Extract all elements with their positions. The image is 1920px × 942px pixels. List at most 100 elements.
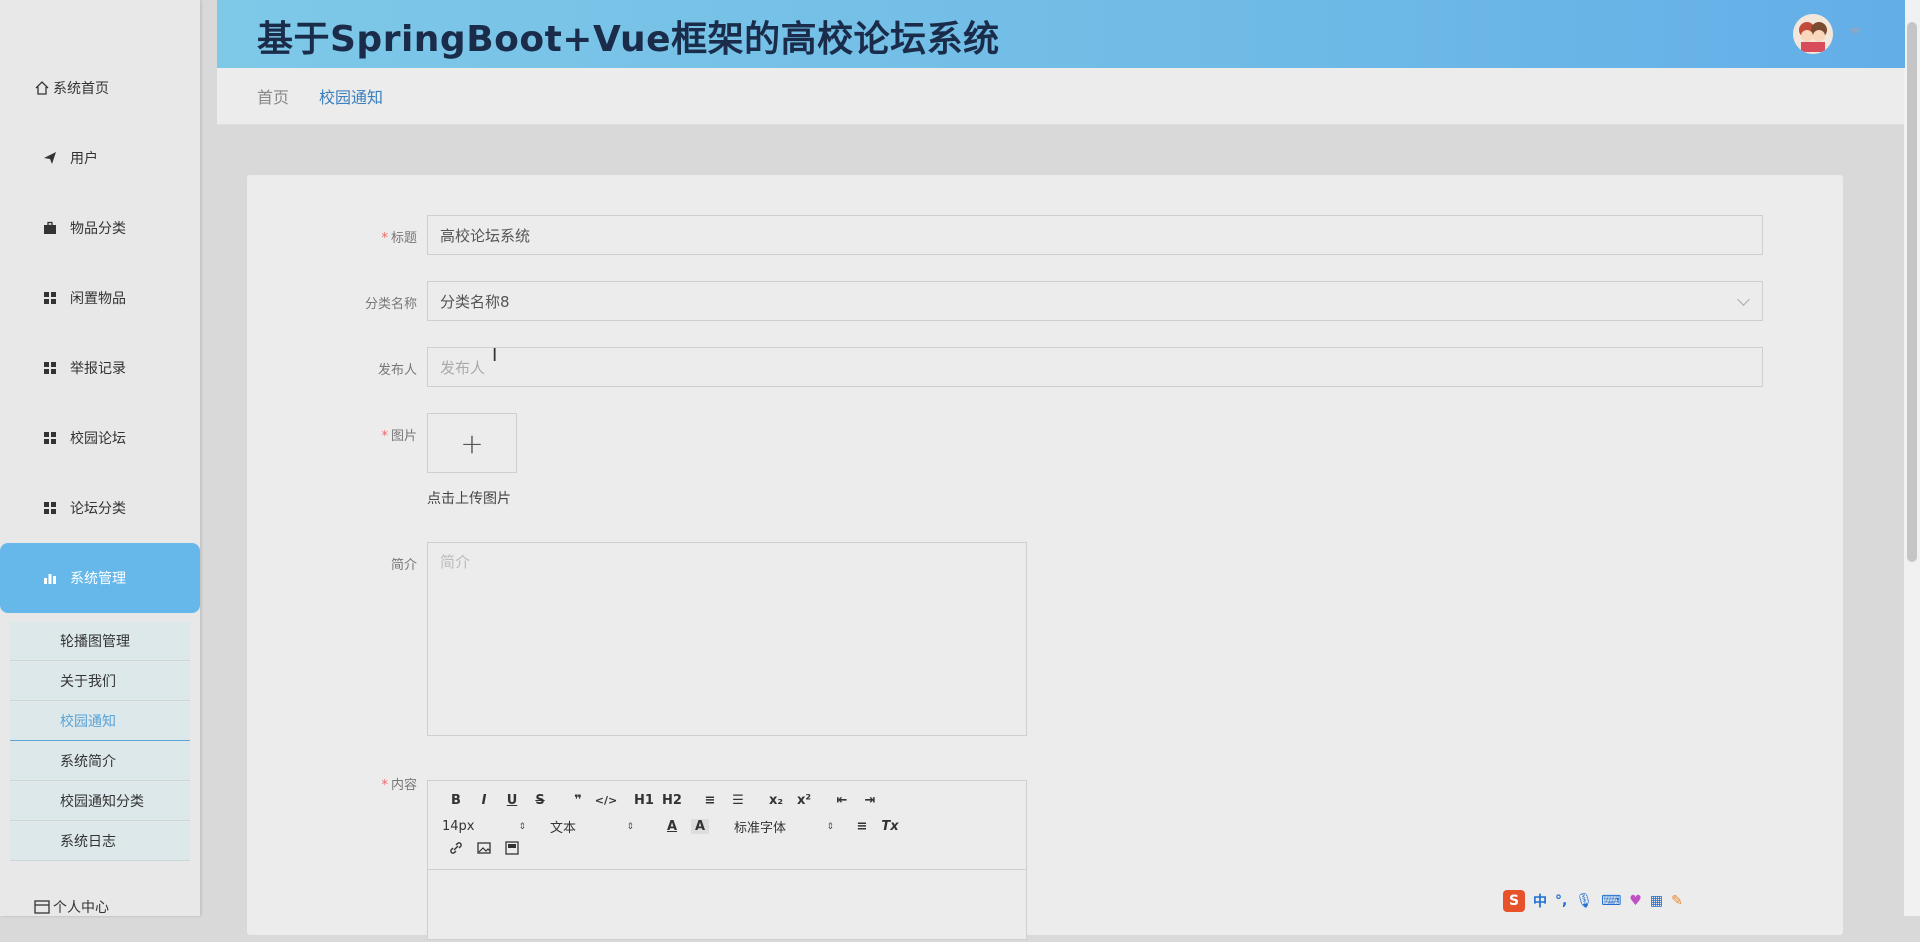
font-family-select[interactable]: 标准字体 ⇕ bbox=[734, 817, 834, 836]
sidebar-item-label: 论坛分类 bbox=[70, 501, 126, 517]
send-icon bbox=[42, 150, 58, 166]
breadcrumb-home[interactable]: 首页 bbox=[257, 84, 289, 108]
editor-toolbar-row-3 bbox=[442, 841, 526, 859]
subscript-button[interactable]: x₂ bbox=[762, 793, 790, 808]
sidebar-item-label: 用户 bbox=[70, 151, 98, 167]
submenu-item-system-intro[interactable]: 系统简介 bbox=[10, 742, 190, 781]
sidebar-item-home[interactable]: 系统首页 bbox=[0, 53, 200, 123]
sidebar-item-system-management[interactable]: 系统管理 bbox=[0, 543, 200, 613]
intro-textarea[interactable]: 简介 bbox=[427, 542, 1027, 736]
sidebar-item-forum-category[interactable]: 论坛分类 bbox=[0, 473, 200, 543]
briefcase-icon bbox=[42, 220, 58, 236]
format-value: 文本 bbox=[550, 821, 577, 836]
keyboard-icon[interactable]: ⌨ bbox=[1601, 893, 1621, 909]
h2-button[interactable]: H2 bbox=[658, 793, 686, 808]
select-arrows-icon: ⇕ bbox=[826, 821, 834, 832]
publisher-label: 发布人 bbox=[377, 363, 417, 378]
chevron-down-icon[interactable] bbox=[1849, 28, 1861, 35]
submenu-item-about-us[interactable]: 关于我们 bbox=[10, 662, 190, 701]
grid-icon bbox=[42, 430, 58, 446]
italic-button[interactable]: I bbox=[470, 793, 498, 808]
title-input-value: 高校论坛系统 bbox=[440, 226, 531, 245]
background-color-button[interactable]: A bbox=[691, 819, 709, 834]
select-arrows-icon: ⇕ bbox=[626, 821, 634, 832]
home-icon bbox=[34, 80, 50, 96]
text-cursor-icon: I bbox=[492, 345, 498, 366]
strike-button[interactable]: S bbox=[526, 793, 554, 808]
ime-lang-toggle[interactable]: 中 bbox=[1533, 891, 1547, 911]
submenu-item-notice-category[interactable]: 校园通知分类 bbox=[10, 782, 190, 821]
microphone-icon[interactable]: 🎙 bbox=[1575, 893, 1593, 909]
publisher-input-placeholder: 发布人 bbox=[440, 358, 486, 377]
sidebar-item-label: 校园论坛 bbox=[70, 431, 126, 447]
bold-button[interactable]: B bbox=[442, 793, 470, 808]
image-upload-button[interactable]: + bbox=[427, 413, 517, 473]
clear-format-button[interactable]: Tx bbox=[876, 819, 904, 834]
submenu-item-campus-notice[interactable]: 校园通知 bbox=[10, 702, 190, 741]
indent-button[interactable]: ⇥ bbox=[856, 793, 884, 808]
sogou-logo-icon[interactable]: S bbox=[1503, 890, 1525, 912]
ordered-list-button[interactable]: ≡ bbox=[696, 793, 724, 808]
sidebar-item-idle-items[interactable]: 闲置物品 bbox=[0, 263, 200, 333]
scrollbar-thumb[interactable] bbox=[1907, 22, 1917, 562]
grid-icon bbox=[42, 290, 58, 306]
chevron-down-icon bbox=[1737, 293, 1750, 306]
intro-placeholder: 简介 bbox=[440, 553, 471, 571]
category-select-value: 分类名称8 bbox=[440, 292, 510, 311]
publisher-input[interactable]: 发布人 bbox=[427, 347, 1763, 387]
font-size-select[interactable]: 14px ⇕ bbox=[442, 819, 526, 834]
link-icon[interactable] bbox=[442, 841, 470, 859]
category-label: 分类名称 bbox=[364, 297, 417, 312]
sidebar: 系统首页 用户 物品分类 闲置物品 举报记录 校园论坛 论坛分类 系统管理 轮播… bbox=[0, 0, 200, 916]
content-label: * 内容 bbox=[267, 774, 417, 793]
plus-icon: + bbox=[460, 426, 484, 460]
submenu-item-system-log[interactable]: 系统日志 bbox=[10, 822, 190, 861]
select-arrows-icon: ⇕ bbox=[518, 821, 526, 832]
superscript-button[interactable]: x² bbox=[790, 793, 818, 808]
sidebar-item-label: 个人中心 bbox=[53, 900, 109, 916]
text-color-button[interactable]: A bbox=[658, 819, 686, 834]
sidebar-item-label: 系统首页 bbox=[53, 81, 109, 97]
avatar[interactable] bbox=[1793, 14, 1833, 54]
sidebar-item-personal-center[interactable]: 个人中心 bbox=[0, 872, 200, 942]
bar-chart-icon bbox=[42, 570, 58, 586]
sidebar-item-reports[interactable]: 举报记录 bbox=[0, 333, 200, 403]
sidebar-item-label: 举报记录 bbox=[70, 361, 126, 377]
skin-icon[interactable]: ♥ bbox=[1629, 893, 1642, 909]
font-size-value: 14px bbox=[442, 819, 475, 834]
toolbox-icon[interactable]: ▦ bbox=[1650, 893, 1663, 909]
rich-text-editor: B I U S ❞ </> H1 H2 ≡ ☰ x₂ x² ⇤ ⇥ 14px ⇕ … bbox=[427, 780, 1027, 940]
font-family-value: 标准字体 bbox=[734, 821, 787, 836]
submenu-item-carousel[interactable]: 轮播图管理 bbox=[10, 622, 190, 661]
grid-icon bbox=[42, 500, 58, 516]
category-select[interactable]: 分类名称8 bbox=[427, 281, 1763, 321]
ime-punct-toggle[interactable]: °, bbox=[1555, 893, 1567, 909]
more-icon[interactable]: ✎ bbox=[1671, 893, 1683, 909]
editor-toolbar-row-1: B I U S ❞ </> H1 H2 ≡ ☰ x₂ x² ⇤ ⇥ bbox=[442, 793, 884, 808]
video-icon[interactable] bbox=[498, 841, 526, 859]
sidebar-item-label: 系统管理 bbox=[70, 571, 126, 587]
sidebar-item-users[interactable]: 用户 bbox=[0, 123, 200, 193]
submenu-item-label: 系统日志 bbox=[60, 834, 116, 850]
required-mark: * bbox=[381, 778, 388, 793]
title-label-text: 标题 bbox=[390, 231, 417, 246]
sidebar-item-campus-forum[interactable]: 校园论坛 bbox=[0, 403, 200, 473]
required-mark: * bbox=[381, 429, 388, 444]
format-select[interactable]: 文本 ⇕ bbox=[550, 817, 634, 836]
underline-button[interactable]: U bbox=[498, 793, 526, 808]
upload-hint: 点击上传图片 bbox=[427, 491, 511, 507]
h1-button[interactable]: H1 bbox=[630, 793, 658, 808]
code-button[interactable]: </> bbox=[592, 794, 620, 807]
app-title: 基于SpringBoot+Vue框架的高校论坛系统 bbox=[257, 19, 1000, 60]
sidebar-item-item-category[interactable]: 物品分类 bbox=[0, 193, 200, 263]
title-input[interactable]: 高校论坛系统 bbox=[427, 215, 1763, 255]
blockquote-button[interactable]: ❞ bbox=[564, 793, 592, 808]
bullet-list-button[interactable]: ☰ bbox=[724, 793, 752, 808]
align-button[interactable]: ≡ bbox=[848, 819, 876, 834]
image-icon[interactable] bbox=[470, 841, 498, 859]
outdent-button[interactable]: ⇤ bbox=[828, 793, 856, 808]
editor-toolbar-row-2: 14px ⇕ 文本 ⇕ A A 标准字体 ⇕ ≡ Tx bbox=[442, 817, 904, 836]
submenu-item-label: 系统简介 bbox=[60, 754, 116, 770]
content-label-text: 内容 bbox=[390, 778, 417, 793]
page-scrollbar[interactable] bbox=[1904, 0, 1920, 916]
